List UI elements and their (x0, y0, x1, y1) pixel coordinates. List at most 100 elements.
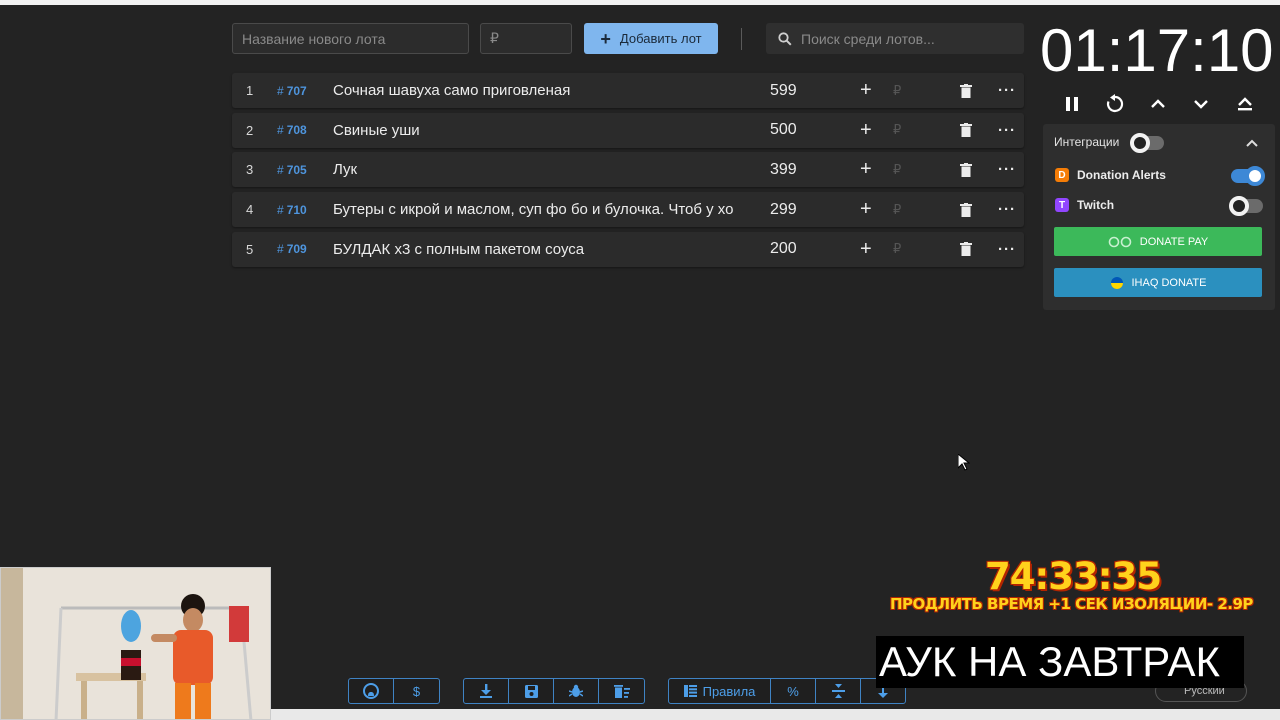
trash-icon (960, 123, 972, 138)
toolbar-group-links: $ (348, 678, 440, 704)
lot-row: 2 #708 Свиные уши 500 + ₽ ··· (232, 112, 1024, 148)
lots-list: 1 #707 Сочная шавуха само приговленая 59… (232, 73, 1024, 271)
add-lot-button[interactable]: + Добавить лот (584, 23, 718, 54)
donate-pay-icon (1108, 236, 1132, 247)
trash-icon (960, 83, 972, 98)
add-amount-button[interactable]: + (860, 192, 872, 227)
stream-subtitle: ПРОДЛИТЬ ВРЕМЯ +1 СЕК ИЗОЛЯЦИИ- 2.9Р (890, 595, 1253, 613)
more-options-button[interactable]: ··· (998, 232, 1016, 267)
percent-button[interactable]: % (771, 679, 816, 703)
rules-label: Правила (702, 683, 756, 699)
lot-number: 4 (246, 202, 254, 218)
download-button[interactable] (464, 679, 509, 703)
delete-lot-button[interactable] (960, 73, 972, 108)
lot-title[interactable]: Свиные уши (333, 113, 743, 148)
hash-icon: # (277, 123, 284, 138)
clear-all-button[interactable] (599, 679, 644, 703)
donation-alerts-label: Donation Alerts (1077, 168, 1166, 182)
price-placeholder: ₽ (490, 30, 499, 46)
chevron-up-icon (1151, 99, 1165, 108)
list-icon (683, 685, 697, 697)
bug-icon (569, 684, 583, 697)
lot-id: 707 (286, 83, 307, 98)
webcam-image (1, 568, 270, 719)
lot-id-link[interactable]: #707 (277, 73, 307, 108)
lot-id: 709 (286, 242, 307, 257)
ihaq-donate-label: IHAQ DONATE (1131, 276, 1207, 289)
double-time-button[interactable] (1231, 90, 1259, 118)
lot-title[interactable]: Лук (333, 152, 743, 187)
donate-pay-label: DONATE PAY (1139, 235, 1209, 248)
lot-id-link[interactable]: #708 (277, 113, 307, 148)
lot-name-placeholder: Название нового лота (242, 30, 386, 47)
lot-id-link[interactable]: #710 (277, 192, 307, 227)
pause-button[interactable] (1058, 90, 1086, 118)
divider (741, 28, 742, 50)
lot-name-input[interactable]: Название нового лота (232, 23, 469, 54)
collapse-button[interactable] (1246, 134, 1258, 152)
lot-price-input[interactable]: ₽ (480, 23, 572, 54)
rub-input[interactable]: ₽ (893, 192, 901, 227)
ihaq-icon (1110, 276, 1123, 289)
rub-input[interactable]: ₽ (893, 152, 901, 187)
rules-button[interactable]: Правила (669, 679, 771, 703)
lot-number: 3 (246, 162, 254, 178)
more-options-button[interactable]: ··· (998, 73, 1016, 108)
add-time-button[interactable] (1144, 90, 1172, 118)
reset-button[interactable] (1101, 90, 1129, 118)
toolbar-group-settings: Правила % (668, 678, 906, 704)
donate-button[interactable]: $ (394, 679, 439, 703)
lot-number: 5 (246, 241, 254, 257)
delete-lot-button[interactable] (960, 192, 972, 227)
add-amount-button[interactable]: + (860, 113, 872, 148)
ihaq-donate-button[interactable]: IHAQ DONATE (1054, 268, 1262, 297)
timer-controls (1056, 90, 1266, 118)
trash-icon (960, 202, 972, 217)
twitch-toggle[interactable] (1229, 196, 1263, 216)
integrations-panel: Интеграции D Donation Alerts T Twitch DO… (1043, 124, 1275, 310)
lot-id: 708 (286, 123, 307, 138)
donation-alerts-item: D Donation Alerts (1055, 168, 1166, 182)
more-options-button[interactable]: ··· (998, 113, 1016, 148)
lot-title[interactable]: Бутеры с икрой и маслом, суп фо бо и бул… (333, 192, 743, 227)
delete-lot-button[interactable] (960, 152, 972, 187)
hash-icon: # (277, 202, 284, 217)
search-icon (778, 31, 792, 46)
lot-id-link[interactable]: #705 (277, 152, 307, 187)
toggle-knob (1130, 133, 1150, 153)
donate-pay-button[interactable]: DONATE PAY (1054, 227, 1262, 256)
more-options-button[interactable]: ··· (998, 152, 1016, 187)
toolbar-group-file (463, 678, 645, 704)
bug-report-button[interactable] (554, 679, 599, 703)
more-options-button[interactable]: ··· (998, 192, 1016, 227)
add-amount-button[interactable]: + (860, 232, 872, 267)
delete-lot-button[interactable] (960, 232, 972, 267)
subtract-time-button[interactable] (1187, 90, 1215, 118)
rub-input[interactable]: ₽ (893, 232, 901, 267)
github-button[interactable] (349, 679, 394, 703)
toggle-knob (1245, 166, 1265, 186)
lot-id: 710 (286, 202, 307, 217)
split-button[interactable] (816, 679, 861, 703)
mouse-cursor (957, 452, 971, 476)
compress-icon (831, 684, 845, 698)
rub-input[interactable]: ₽ (893, 113, 901, 148)
integrations-toggle[interactable] (1130, 133, 1164, 153)
delete-lot-button[interactable] (960, 113, 972, 148)
stream-banner: АУК НА ЗАВТРАК (876, 636, 1244, 688)
lot-title[interactable]: БУЛДАК х3 с полным пакетом соуса (333, 232, 743, 267)
save-button[interactable] (509, 679, 554, 703)
lot-row: 1 #707 Сочная шавуха само приговленая 59… (232, 73, 1024, 108)
lot-title[interactable]: Сочная шавуха само приговленая (333, 73, 743, 108)
lot-row: 3 #705 Лук 399 + ₽ ··· (232, 152, 1024, 188)
donation-alerts-toggle[interactable] (1231, 166, 1265, 186)
search-input[interactable]: Поиск среди лотов... (766, 23, 1024, 54)
percent-icon: % (787, 683, 799, 699)
lot-id-link[interactable]: #709 (277, 232, 307, 267)
trash-icon (960, 242, 972, 257)
rub-input[interactable]: ₽ (893, 73, 901, 108)
webcam-overlay (0, 567, 271, 720)
add-amount-button[interactable]: + (860, 152, 872, 187)
lot-row: 5 #709 БУЛДАК х3 с полным пакетом соуса … (232, 231, 1024, 267)
add-amount-button[interactable]: + (860, 73, 872, 108)
